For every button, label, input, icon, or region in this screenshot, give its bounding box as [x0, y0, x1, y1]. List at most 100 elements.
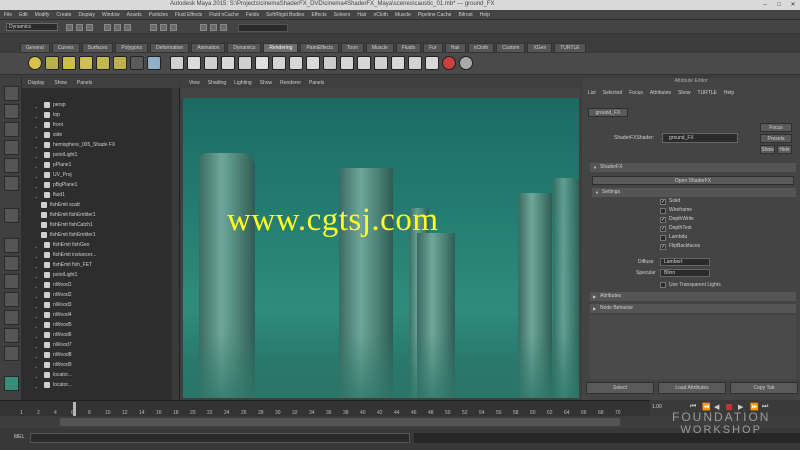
outliner-row[interactable]: + fishEmit fishGeo — [22, 240, 172, 250]
shelf-tab-polygons[interactable]: Polygons — [115, 43, 148, 53]
four-view-icon[interactable] — [4, 256, 19, 271]
place2d-icon[interactable] — [425, 56, 439, 70]
shelf-tab-painteffects[interactable]: PaintEffects — [300, 43, 340, 53]
presets-button[interactable]: Presets — [760, 134, 792, 143]
menu-item-fluid-ncache[interactable]: Fluid nCache — [209, 12, 238, 18]
outliner-row[interactable]: fishEmit scatt — [22, 200, 172, 210]
outliner-row[interactable]: + pBgPlane1 — [22, 180, 172, 190]
viewport-menu-show[interactable]: Show — [260, 80, 273, 86]
select-object-icon[interactable] — [114, 24, 121, 31]
viewport-menu-shading[interactable]: Shading — [208, 80, 226, 86]
shelf-tab-custom[interactable]: Custom — [496, 43, 526, 53]
menu-item-edit[interactable]: Edit — [19, 12, 28, 18]
select-button[interactable]: Select — [586, 382, 654, 394]
checkbox-wireframe[interactable] — [660, 208, 666, 214]
shelf-tab-turtle[interactable]: TURTLE — [554, 43, 586, 53]
attr-menu-selected[interactable]: Selected — [603, 90, 622, 96]
command-input[interactable] — [30, 433, 410, 443]
attr-menu-turtle[interactable]: TURTLE — [698, 90, 717, 96]
menu-item-window[interactable]: Window — [102, 12, 120, 18]
shelf-tab-hair[interactable]: Hair — [444, 43, 466, 53]
outliner-row[interactable]: + nWood2 — [22, 290, 172, 300]
outliner-row[interactable]: + fishEmit fish_FET — [22, 260, 172, 270]
paint-select-icon[interactable] — [4, 122, 19, 137]
checkbox-depthtest[interactable]: ✓ — [660, 226, 666, 232]
hypershade-layout-icon[interactable] — [4, 310, 19, 325]
checker-icon[interactable] — [374, 56, 388, 70]
menu-item-effects[interactable]: Effects — [311, 12, 326, 18]
shelf-tab-fluids[interactable]: Fluids — [395, 43, 422, 53]
select-tool-icon[interactable] — [4, 86, 19, 101]
menu-item-bifrost[interactable]: Bifrost — [458, 12, 472, 18]
attr-menu-list[interactable]: List — [588, 90, 596, 96]
shelf-tab-surfaces[interactable]: Surfaces — [81, 43, 114, 53]
checkbox-solid[interactable]: ✓ — [660, 199, 666, 205]
section-node-behavior[interactable]: ▶ Node Behavior — [590, 304, 796, 313]
range-handle[interactable] — [60, 418, 620, 426]
surface-shader-icon[interactable] — [323, 56, 337, 70]
time-slider[interactable]: 1246810121416182022242628303234363840424… — [0, 400, 650, 416]
menu-item-help[interactable]: Help — [480, 12, 490, 18]
menu-item-fluid-effects[interactable]: Fluid Effects — [175, 12, 202, 18]
attr-menu-show[interactable]: Show — [678, 90, 691, 96]
minimize-button[interactable]: – — [758, 0, 772, 10]
outliner-row[interactable]: + fluid1 — [22, 190, 172, 200]
hypershade-icon[interactable] — [221, 56, 235, 70]
outliner-row[interactable]: + nWood6 — [22, 330, 172, 340]
menu-item-hair[interactable]: Hair — [357, 12, 366, 18]
3d-scene-view[interactable]: www.cgtsj.com — [183, 98, 579, 398]
outliner-layout-icon[interactable] — [4, 328, 19, 343]
area-light-icon[interactable] — [62, 56, 76, 70]
attr-menu-attributes[interactable]: Attributes — [650, 90, 671, 96]
checkbox-lambda[interactable] — [660, 235, 666, 241]
material-icon[interactable] — [147, 56, 161, 70]
checkbox-flipbackfaces[interactable]: ✓ — [660, 244, 666, 250]
shelf-tab-ncloth[interactable]: nCloth — [467, 43, 495, 53]
volume-light-icon[interactable] — [113, 56, 127, 70]
close-button[interactable]: ✕ — [786, 0, 800, 10]
outliner-menu-show[interactable]: Show — [54, 80, 67, 86]
outliner-row[interactable]: + side — [22, 130, 172, 140]
outliner-row[interactable]: + pointLight1 — [22, 270, 172, 280]
shelf-tab-rendering[interactable]: Rendering — [263, 43, 299, 53]
shelf-tab-animation[interactable]: Animation — [191, 43, 226, 53]
menu-set-selector[interactable]: Dynamics — [6, 23, 58, 31]
outliner-scrollbar[interactable] — [172, 88, 179, 400]
specular-dropdown[interactable]: Blinn — [660, 269, 710, 277]
outliner-row[interactable]: + nWood1 — [22, 280, 172, 290]
menu-item-assets[interactable]: Assets — [127, 12, 142, 18]
phong-icon[interactable] — [289, 56, 303, 70]
outliner-row[interactable]: fishEmit fishEmitter1 — [22, 210, 172, 220]
outliner-row[interactable]: fishEmit fishCatch1 — [22, 220, 172, 230]
point-light-icon[interactable] — [96, 56, 110, 70]
section-settings[interactable]: ▼ Settings — [592, 188, 796, 197]
spot-light-icon[interactable] — [45, 56, 59, 70]
rotate-tool-icon[interactable] — [4, 158, 19, 173]
section-attributes[interactable]: ▶ Attributes — [590, 292, 796, 301]
outliner-row[interactable]: + nWood3 — [22, 300, 172, 310]
viewport-toolbar[interactable] — [181, 88, 581, 98]
outliner-row[interactable]: + UV_Proj — [22, 170, 172, 180]
outliner-menu-display[interactable]: Display — [28, 80, 44, 86]
render-icon[interactable] — [200, 24, 207, 31]
menu-item-solvers[interactable]: Solvers — [334, 12, 351, 18]
expand-icon[interactable]: + — [35, 383, 37, 393]
menu-item-display[interactable]: Display — [78, 12, 94, 18]
section-shaderfx[interactable]: ▼ ShaderFX — [590, 163, 796, 172]
render-frame-icon[interactable] — [187, 56, 201, 70]
menu-item-modify[interactable]: Modify — [35, 12, 50, 18]
last-tool-icon[interactable] — [4, 208, 19, 223]
outliner-row[interactable]: + locator... — [22, 370, 172, 380]
scale-tool-icon[interactable] — [4, 176, 19, 191]
attr-menu-help[interactable]: Help — [724, 90, 734, 96]
render-view-icon[interactable] — [170, 56, 184, 70]
shelf-tab-xgen[interactable]: XGen — [527, 43, 553, 53]
maximize-button[interactable]: □ — [772, 0, 786, 10]
outliner-row[interactable]: + hemisphere_005_Shade FX — [22, 140, 172, 150]
menu-item-ncloth[interactable]: nCloth — [374, 12, 388, 18]
current-time-marker[interactable] — [73, 402, 76, 416]
outliner-row[interactable]: + fishEmit instancer... — [22, 250, 172, 260]
shelf-tab-curves[interactable]: Curves — [51, 43, 80, 53]
outliner-row[interactable]: + top — [22, 110, 172, 120]
viewport-menu-lighting[interactable]: Lighting — [234, 80, 252, 86]
